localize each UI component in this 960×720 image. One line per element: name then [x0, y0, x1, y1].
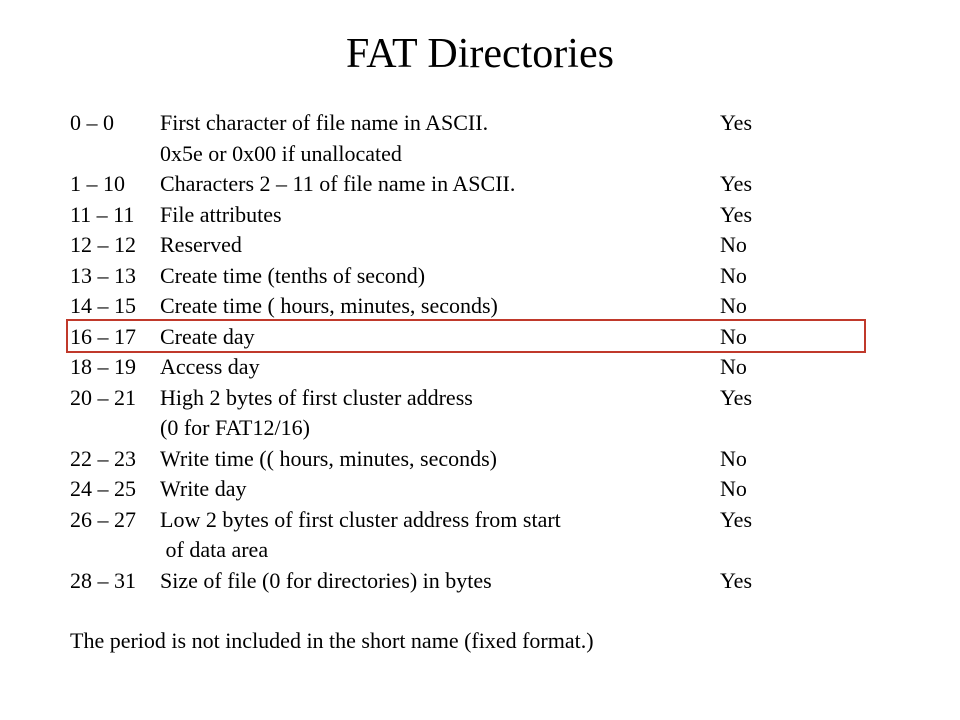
footnote: The period is not included in the short …: [70, 626, 890, 657]
table-row: 26 – 27Low 2 bytes of first cluster addr…: [70, 505, 890, 536]
table-row: of data area: [70, 535, 890, 566]
table-row: 0x5e or 0x00 if unallocated: [70, 139, 890, 170]
byte-range: 24 – 25: [70, 474, 160, 505]
description: File attributes: [160, 200, 720, 231]
table-row: 11 – 11File attributesYes: [70, 200, 890, 231]
essential-flag: No: [720, 474, 780, 505]
byte-range: 1 – 10: [70, 169, 160, 200]
byte-range: 26 – 27: [70, 505, 160, 536]
byte-range: 0 – 0: [70, 108, 160, 139]
essential-flag: No: [720, 322, 780, 353]
essential-flag: No: [720, 291, 780, 322]
description: Low 2 bytes of first cluster address fro…: [160, 505, 720, 536]
table-row: 0 – 0First character of file name in ASC…: [70, 108, 890, 139]
byte-range: 11 – 11: [70, 200, 160, 231]
byte-range: 28 – 31: [70, 566, 160, 597]
byte-range: 14 – 15: [70, 291, 160, 322]
description: Write day: [160, 474, 720, 505]
slide-body: 0 – 0First character of file name in ASC…: [70, 108, 890, 657]
description: Reserved: [160, 230, 720, 261]
table-row: 13 – 13Create time (tenths of second)No: [70, 261, 890, 292]
table-row: (0 for FAT12/16): [70, 413, 890, 444]
description: Create day: [160, 322, 720, 353]
description: Create time (tenths of second): [160, 261, 720, 292]
essential-flag: Yes: [720, 566, 780, 597]
description: of data area: [160, 535, 720, 566]
table-row: 16 – 17Create dayNo: [70, 322, 890, 353]
description: Size of file (0 for directories) in byte…: [160, 566, 720, 597]
essential-flag: Yes: [720, 169, 780, 200]
description: Characters 2 – 11 of file name in ASCII.: [160, 169, 720, 200]
table-row: 1 – 10Characters 2 – 11 of file name in …: [70, 169, 890, 200]
byte-range: 13 – 13: [70, 261, 160, 292]
description: Create time ( hours, minutes, seconds): [160, 291, 720, 322]
slide-title: FAT Directories: [0, 30, 960, 78]
table-row: 24 – 25Write dayNo: [70, 474, 890, 505]
table-row: 14 – 15Create time ( hours, minutes, sec…: [70, 291, 890, 322]
description: Write time (( hours, minutes, seconds): [160, 444, 720, 475]
description: (0 for FAT12/16): [160, 413, 720, 444]
essential-flag: No: [720, 444, 780, 475]
essential-flag: Yes: [720, 505, 780, 536]
slide: FAT Directories 0 – 0First character of …: [0, 0, 960, 720]
essential-flag: No: [720, 230, 780, 261]
table-row: 22 – 23Write time (( hours, minutes, sec…: [70, 444, 890, 475]
byte-range: 22 – 23: [70, 444, 160, 475]
byte-range: 20 – 21: [70, 383, 160, 414]
table-row: 12 – 12ReservedNo: [70, 230, 890, 261]
byte-range: 16 – 17: [70, 322, 160, 353]
description: 0x5e or 0x00 if unallocated: [160, 139, 720, 170]
description: First character of file name in ASCII.: [160, 108, 720, 139]
byte-range: 12 – 12: [70, 230, 160, 261]
essential-flag: Yes: [720, 108, 780, 139]
essential-flag: No: [720, 261, 780, 292]
essential-flag: Yes: [720, 383, 780, 414]
essential-flag: Yes: [720, 200, 780, 231]
table-row: 18 – 19Access dayNo: [70, 352, 890, 383]
table-row: 28 – 31Size of file (0 for directories) …: [70, 566, 890, 597]
table-row: 20 – 21High 2 bytes of first cluster add…: [70, 383, 890, 414]
description: High 2 bytes of first cluster address: [160, 383, 720, 414]
description: Access day: [160, 352, 720, 383]
byte-range: 18 – 19: [70, 352, 160, 383]
directory-entry-table: 0 – 0First character of file name in ASC…: [70, 108, 890, 596]
essential-flag: No: [720, 352, 780, 383]
